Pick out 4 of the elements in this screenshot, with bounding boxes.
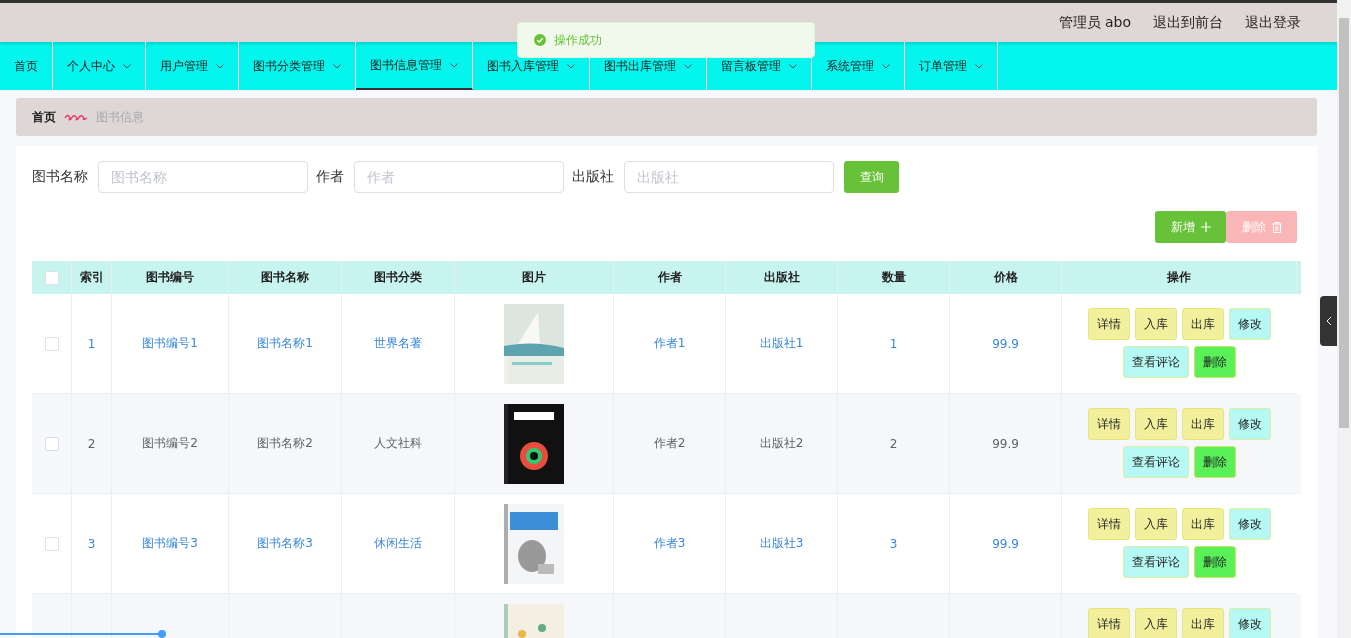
search-label: 作者 — [316, 168, 344, 186]
search-label: 出版社 — [572, 168, 614, 186]
search-label: 图书名称 — [32, 168, 88, 186]
user-label: 管理员 abo — [1058, 13, 1131, 32]
